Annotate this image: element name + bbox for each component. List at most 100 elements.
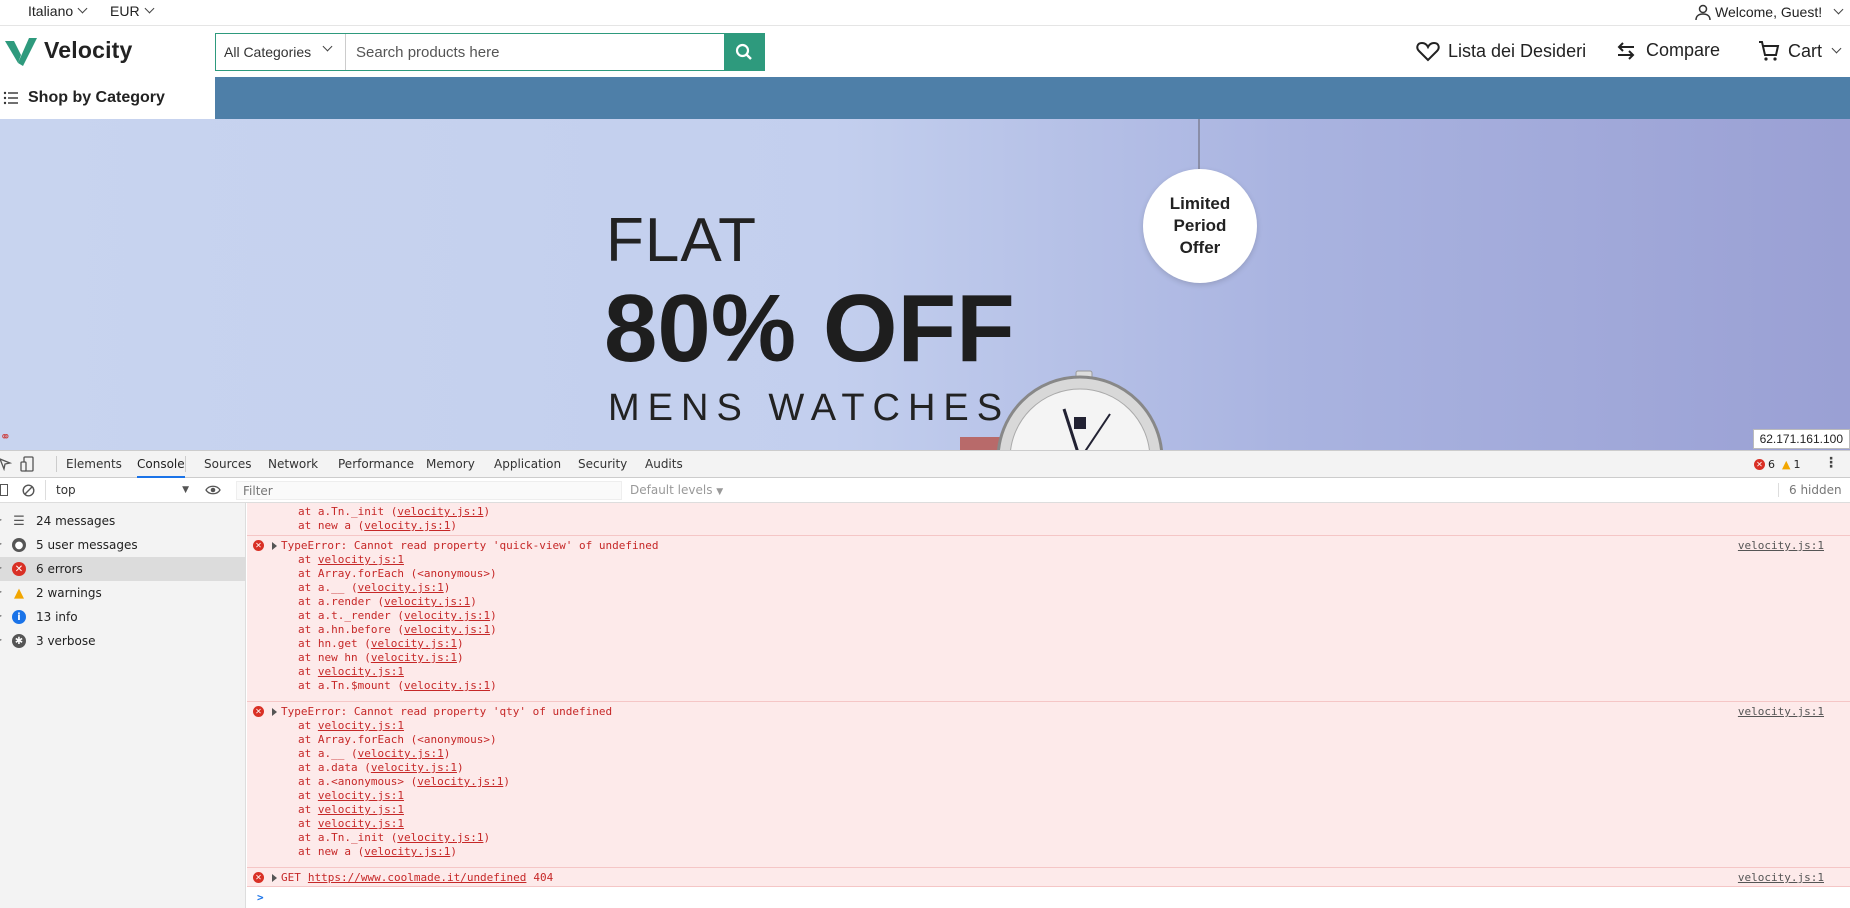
source-link[interactable]: velocity.js:1 [318,803,404,816]
stack-frame: at velocity.js:1 [298,803,404,817]
source-link[interactable]: velocity.js:1 [1738,871,1824,885]
console-output: at a.Tn._init (velocity.js:1) at new a (v… [247,503,1850,908]
sidebar-item-warnings[interactable]: ▸ ▲ 2 warnings [0,581,246,605]
expand-arrow-icon[interactable]: ▸ [0,635,2,644]
source-link[interactable]: velocity.js:1 [358,747,444,760]
tab-performance[interactable]: Performance [338,457,414,471]
source-link[interactable]: velocity.js:1 [318,665,404,678]
device-toolbar-icon[interactable] [20,456,34,472]
source-link[interactable]: velocity.js:1 [371,637,457,650]
currency-selector[interactable]: EUR [110,3,155,19]
console-error-message[interactable]: ✕ TypeError: Cannot read property 'quick-… [247,536,1850,702]
context-select[interactable]: top ▼ [45,480,191,500]
shop-by-category-button[interactable]: Shop by Category [0,77,215,119]
account-menu[interactable]: Welcome, Guest! [1694,3,1844,21]
wishlist-link[interactable]: Lista dei Desideri [1416,40,1586,62]
source-link[interactable]: velocity.js:1 [404,609,490,622]
more-options-icon[interactable]: ⋮ [1824,455,1838,471]
tab-security[interactable]: Security [578,457,627,471]
source-link[interactable]: velocity.js:1 [358,581,444,594]
expand-arrow-icon[interactable] [272,542,277,550]
tag-string [1198,119,1200,169]
expand-arrow-icon[interactable]: ▸ [0,587,2,596]
stack-frame-text: at [298,553,318,566]
cart-link[interactable]: Cart [1758,40,1842,62]
user-icon: ● [12,538,26,552]
search-button[interactable] [724,34,764,70]
source-link[interactable]: velocity.js:1 [397,831,483,844]
error-icon: ✕ [253,706,264,717]
sidebar-item-errors[interactable]: ▸ ✕ 6 errors [0,557,246,581]
stack-frame-text: ) [470,595,477,608]
search-input[interactable] [346,34,724,70]
console-network-error[interactable]: ✕ GET https://www.coolmade.it/undefined 404… [247,868,1850,887]
expand-arrow-icon[interactable] [272,874,277,882]
stack-frame: at a.Tn._init (velocity.js:1) [298,831,490,845]
eye-icon[interactable] [205,484,221,496]
source-link[interactable]: velocity.js:1 [318,553,404,566]
source-link[interactable]: velocity.js:1 [318,789,404,802]
log-levels-select[interactable]: Default levels ▼ [630,483,723,497]
request-url-link[interactable]: https://www.coolmade.it/undefined [308,871,527,884]
cart-icon [1759,41,1780,61]
tab-sources[interactable]: Sources [204,457,251,471]
issue-counters[interactable]: ✕ 6 ▲ 1 [1754,458,1800,471]
tag-line-3: Offer [1179,238,1221,257]
source-link[interactable]: velocity.js:1 [1738,705,1824,719]
stack-frame: at Array.forEach (<anonymous>) [298,733,497,747]
console-filter-input[interactable] [236,481,622,500]
tag-line-2: Period [1173,216,1227,235]
stack-frame-text: ) [443,581,451,594]
stack-frame: at a.Tn._init (velocity.js:1) [298,505,490,519]
source-link[interactable]: velocity.js:1 [404,679,490,692]
tab-console[interactable]: Console [137,457,185,478]
sidebar-item-info[interactable]: ▸ i 13 info [0,605,246,629]
stack-frame: at a.Tn.$mount (velocity.js:1) [298,679,497,693]
source-link[interactable]: velocity.js:1 [417,775,503,788]
tab-network[interactable]: Network [268,457,318,471]
error-icon: ✕ [12,562,26,576]
expand-arrow-icon[interactable]: ▸ [0,563,2,572]
source-link[interactable]: velocity.js:1 [371,761,457,774]
source-link[interactable]: velocity.js:1 [1738,539,1824,553]
source-link[interactable]: velocity.js:1 [371,651,457,664]
hero-banner[interactable]: FLAT 80% OFF MENS WATCHES Limited Period… [0,119,1850,450]
source-link[interactable]: velocity.js:1 [364,519,450,532]
expand-arrow-icon[interactable] [272,708,277,716]
logo[interactable]: Velocity [4,33,133,67]
language-selector[interactable]: Italiano [28,3,88,19]
tab-elements[interactable]: Elements [66,457,122,471]
stack-frame-text: at [298,665,318,678]
stack-frame: at a.__ (velocity.js:1) [298,581,450,595]
tab-memory[interactable]: Memory [426,457,475,471]
console-prompt[interactable]: > [257,891,264,905]
top-bar: Italiano EUR Welcome, Guest! [0,0,1850,26]
expand-arrow-icon[interactable]: ▸ [0,515,2,524]
tab-audits[interactable]: Audits [645,457,683,471]
source-link[interactable]: velocity.js:1 [404,623,490,636]
expand-arrow-icon[interactable]: ▸ [0,539,2,548]
tab-application[interactable]: Application [494,457,561,471]
sidebar-item-user-messages[interactable]: ▸ ● 5 user messages [0,533,246,557]
site-header: Velocity All Categories Lista dei Deside… [0,27,1850,77]
status-code: 404 [533,871,554,884]
compare-link[interactable]: Compare [1614,40,1720,61]
source-link[interactable]: velocity.js:1 [384,595,470,608]
sidebar-item-verbose[interactable]: ▸ ✱ 3 verbose [0,629,246,653]
console-error-message[interactable]: ✕ TypeError: Cannot read property 'qty' o… [247,702,1850,868]
sidebar-item-messages[interactable]: ▸ ☰ 24 messages [0,509,246,533]
category-nav: Shop by Category [0,77,1850,119]
expand-arrow-icon[interactable]: ▸ [0,611,2,620]
warning-icon: ▲ [14,585,24,601]
category-select[interactable]: All Categories [216,34,346,70]
source-link[interactable]: velocity.js:1 [318,817,404,830]
inspect-icon[interactable] [0,457,12,471]
sidebar-item-label: 3 verbose [36,634,96,648]
stack-frame-text: at a.t._render ( [298,609,404,622]
sidebar-toggle-icon[interactable] [0,484,8,496]
stack-frame: at velocity.js:1 [298,789,404,803]
source-link[interactable]: velocity.js:1 [397,505,483,518]
clear-console-icon[interactable] [22,484,35,497]
source-link[interactable]: velocity.js:1 [318,719,404,732]
source-link[interactable]: velocity.js:1 [364,845,450,858]
